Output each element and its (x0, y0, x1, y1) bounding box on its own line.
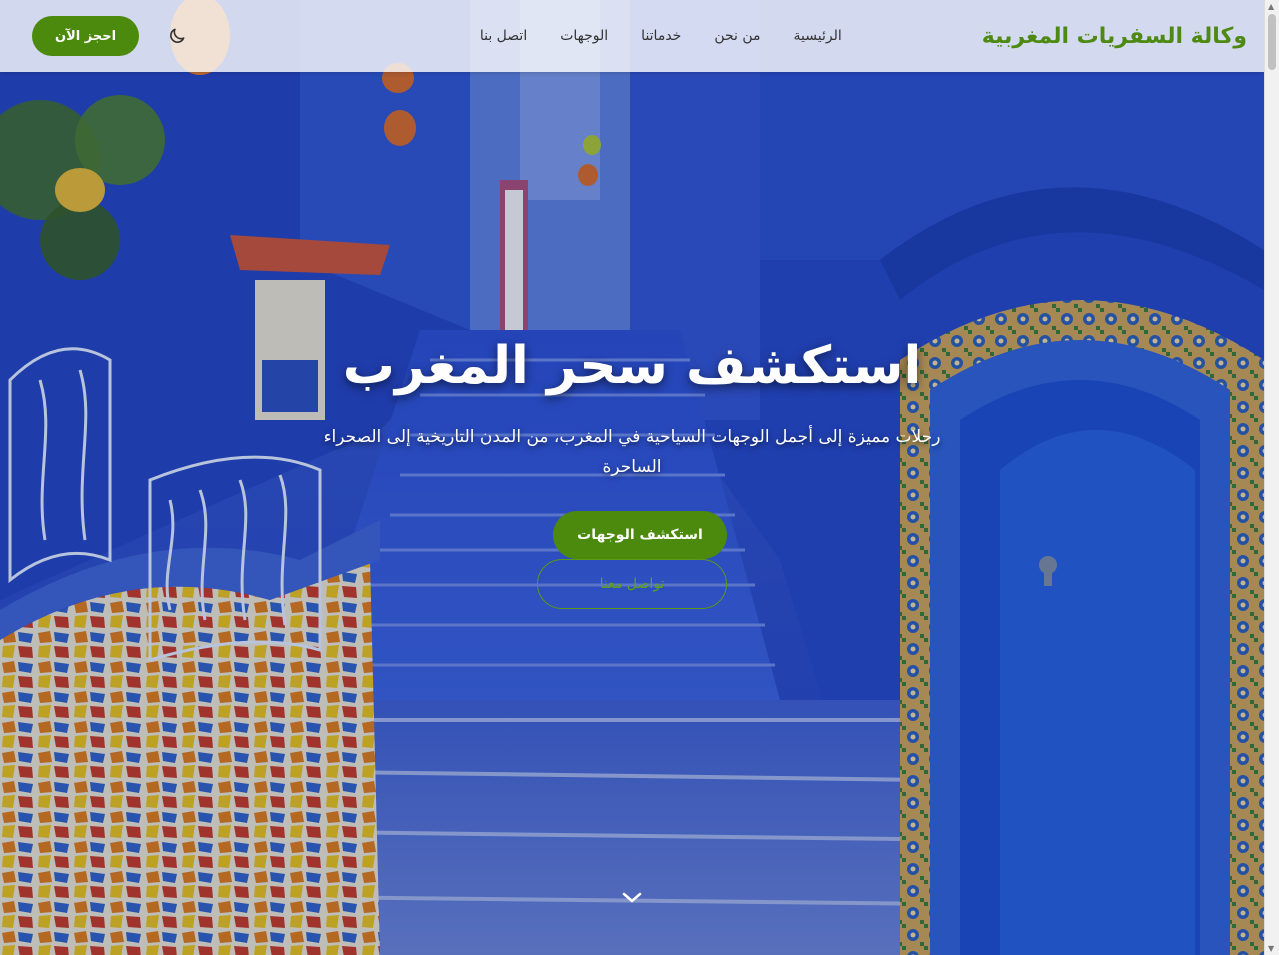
scroll-down-arrow-icon[interactable]: ▼ (1268, 944, 1274, 953)
page-scrollbar[interactable]: ▲ ▼ (1264, 0, 1279, 955)
scroll-down-button[interactable] (620, 886, 644, 910)
chevron-down-icon (622, 892, 642, 903)
contact-us-button[interactable]: تواصل معنا (537, 559, 727, 609)
hero-subtitle: رحلات مميزة إلى أجمل الوجهات السياحية في… (323, 427, 941, 477)
explore-destinations-button[interactable]: استكشف الوجهات (553, 511, 727, 559)
scrollbar-thumb[interactable] (1268, 14, 1276, 70)
hero-title: استكشف سحر المغرب (342, 336, 922, 396)
hero-section: استكشف سحر المغرب رحلات مميزة إلى أجمل ا… (0, 0, 1264, 955)
scroll-up-arrow-icon[interactable]: ▲ (1268, 2, 1274, 11)
